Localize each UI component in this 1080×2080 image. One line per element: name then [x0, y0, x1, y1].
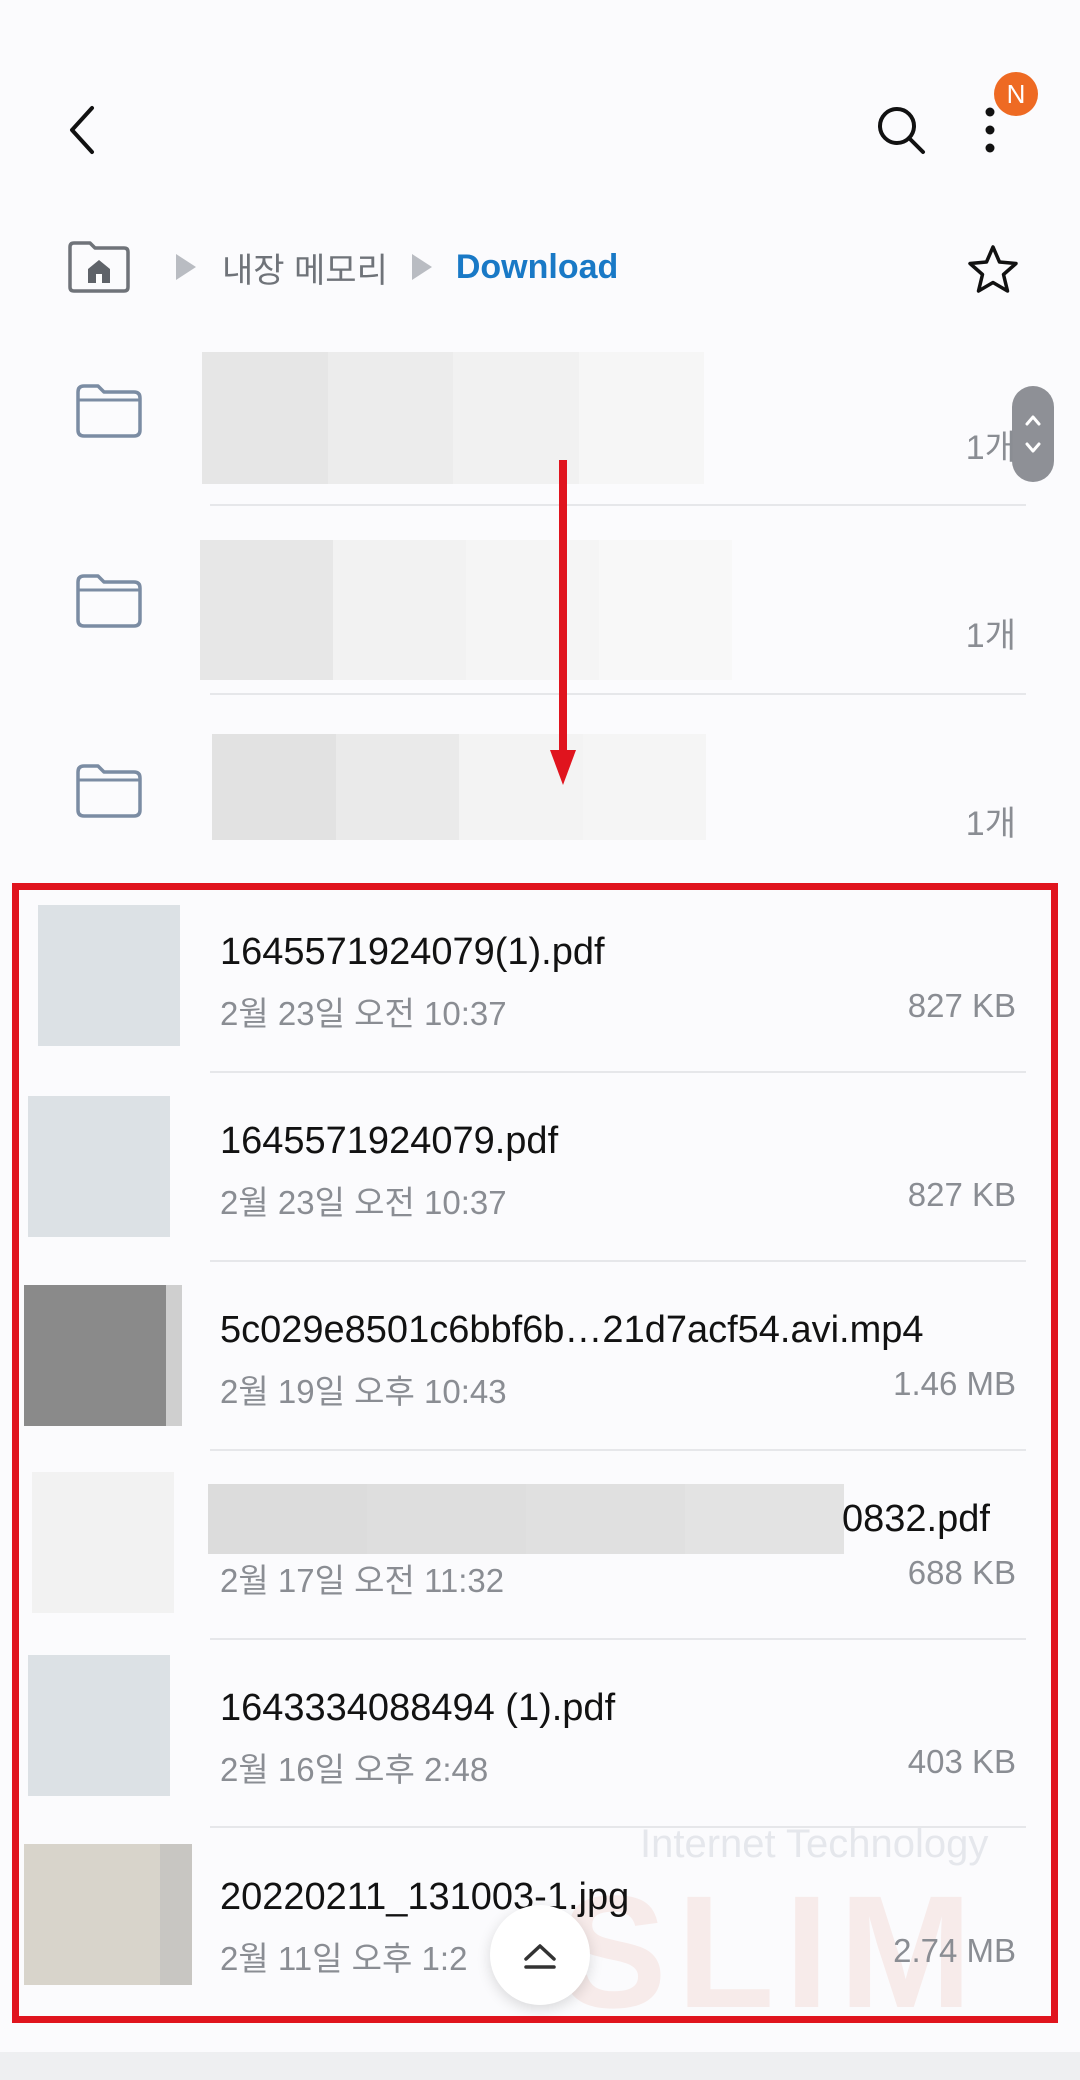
folder-row[interactable]: 1개: [0, 320, 1080, 508]
folder-icon: [76, 764, 142, 818]
file-row[interactable]: 1645571924079.pdf 2월 23일 오전 10:37 827 KB: [0, 1074, 1080, 1263]
file-row[interactable]: 1643334088494 (1).pdf 2월 16일 오후 2:48 403…: [0, 1641, 1080, 1830]
file-row[interactable]: 0832.pdf 2월 17일 오전 11:32 688 KB: [0, 1452, 1080, 1641]
divider: [210, 1638, 1026, 1640]
folder-item-count: 1개: [965, 805, 1016, 843]
redacted-folder-name: [212, 734, 706, 840]
chevron-up-icon: [524, 1944, 556, 1969]
file-date: 2월 19일 오후 10:43: [220, 1373, 507, 1410]
file-size: 688 KB: [907, 1554, 1016, 1591]
redacted-folder-name: [202, 352, 704, 484]
file-name: 1645571924079.pdf: [220, 1120, 559, 1162]
annotation-down-arrow-icon: [550, 460, 576, 785]
breadcrumb-separator-icon: [176, 254, 196, 280]
divider: [210, 693, 1026, 695]
scroll-to-top-button[interactable]: [490, 1905, 590, 2005]
file-manager-screen: N 내장 메모리 Download 1개 1개 1개 1645571924079…: [0, 0, 1080, 2080]
file-name: 0832.pdf: [842, 1498, 990, 1540]
divider: [210, 1449, 1026, 1451]
file-date: 2월 23일 오전 10:37: [220, 995, 507, 1032]
folder-row[interactable]: 1개: [0, 700, 1080, 888]
file-date: 2월 11일 오후 1:2: [220, 1940, 468, 1977]
file-row[interactable]: 1645571924079(1).pdf 2월 23일 오전 10:37 827…: [0, 885, 1080, 1074]
breadcrumb-current-folder[interactable]: Download: [456, 248, 618, 287]
file-row[interactable]: 5c029e8501c6bbf6b…21d7acf54.avi.mp4 2월 1…: [0, 1263, 1080, 1452]
favorite-button[interactable]: [958, 234, 1028, 304]
file-date: 2월 23일 오전 10:37: [220, 1184, 507, 1221]
file-size: 827 KB: [907, 987, 1016, 1024]
folder-icon: [76, 384, 142, 438]
video-thumbnail: [24, 1285, 182, 1426]
home-button[interactable]: [66, 239, 132, 295]
breadcrumb-internal-storage[interactable]: 내장 메모리: [222, 243, 388, 292]
redacted-file-name: [208, 1484, 844, 1554]
file-name: 5c029e8501c6bbf6b…21d7acf54.avi.mp4: [220, 1309, 924, 1351]
pdf-thumbnail: [28, 1655, 170, 1796]
image-thumbnail: [24, 1844, 192, 1985]
notification-badge: N: [994, 72, 1038, 116]
bottom-edge: [0, 2052, 1080, 2080]
file-size: 827 KB: [907, 1176, 1016, 1213]
folder-item-count: 1개: [965, 617, 1016, 655]
pdf-thumbnail: [32, 1472, 174, 1613]
divider: [210, 504, 1026, 506]
redacted-folder-name: [200, 540, 732, 680]
chevron-left-icon: [70, 106, 94, 154]
folder-item-count: 1개: [965, 429, 1016, 467]
star-icon: [968, 245, 1018, 293]
file-name: 1645571924079(1).pdf: [220, 931, 605, 973]
file-date: 2월 17일 오전 11:32: [220, 1562, 505, 1599]
more-vertical-icon: [985, 107, 995, 153]
file-date: 2월 16일 오후 2:48: [220, 1751, 489, 1788]
home-icon: [68, 241, 130, 293]
file-name: 1643334088494 (1).pdf: [220, 1687, 616, 1729]
breadcrumb: 내장 메모리 Download: [66, 232, 618, 302]
pdf-thumbnail: [28, 1096, 170, 1237]
search-icon: [878, 107, 925, 154]
breadcrumb-separator-icon: [411, 254, 432, 280]
divider: [210, 1071, 1026, 1073]
pdf-thumbnail: [38, 905, 180, 1046]
file-size: 2.74 MB: [893, 1932, 1016, 1969]
folder-icon: [76, 574, 142, 628]
search-button[interactable]: [866, 95, 936, 165]
divider: [210, 1260, 1026, 1262]
back-button[interactable]: [52, 95, 112, 165]
file-size: 1.46 MB: [893, 1365, 1016, 1402]
file-size: 403 KB: [907, 1743, 1016, 1780]
folder-row[interactable]: 1개: [0, 510, 1080, 698]
